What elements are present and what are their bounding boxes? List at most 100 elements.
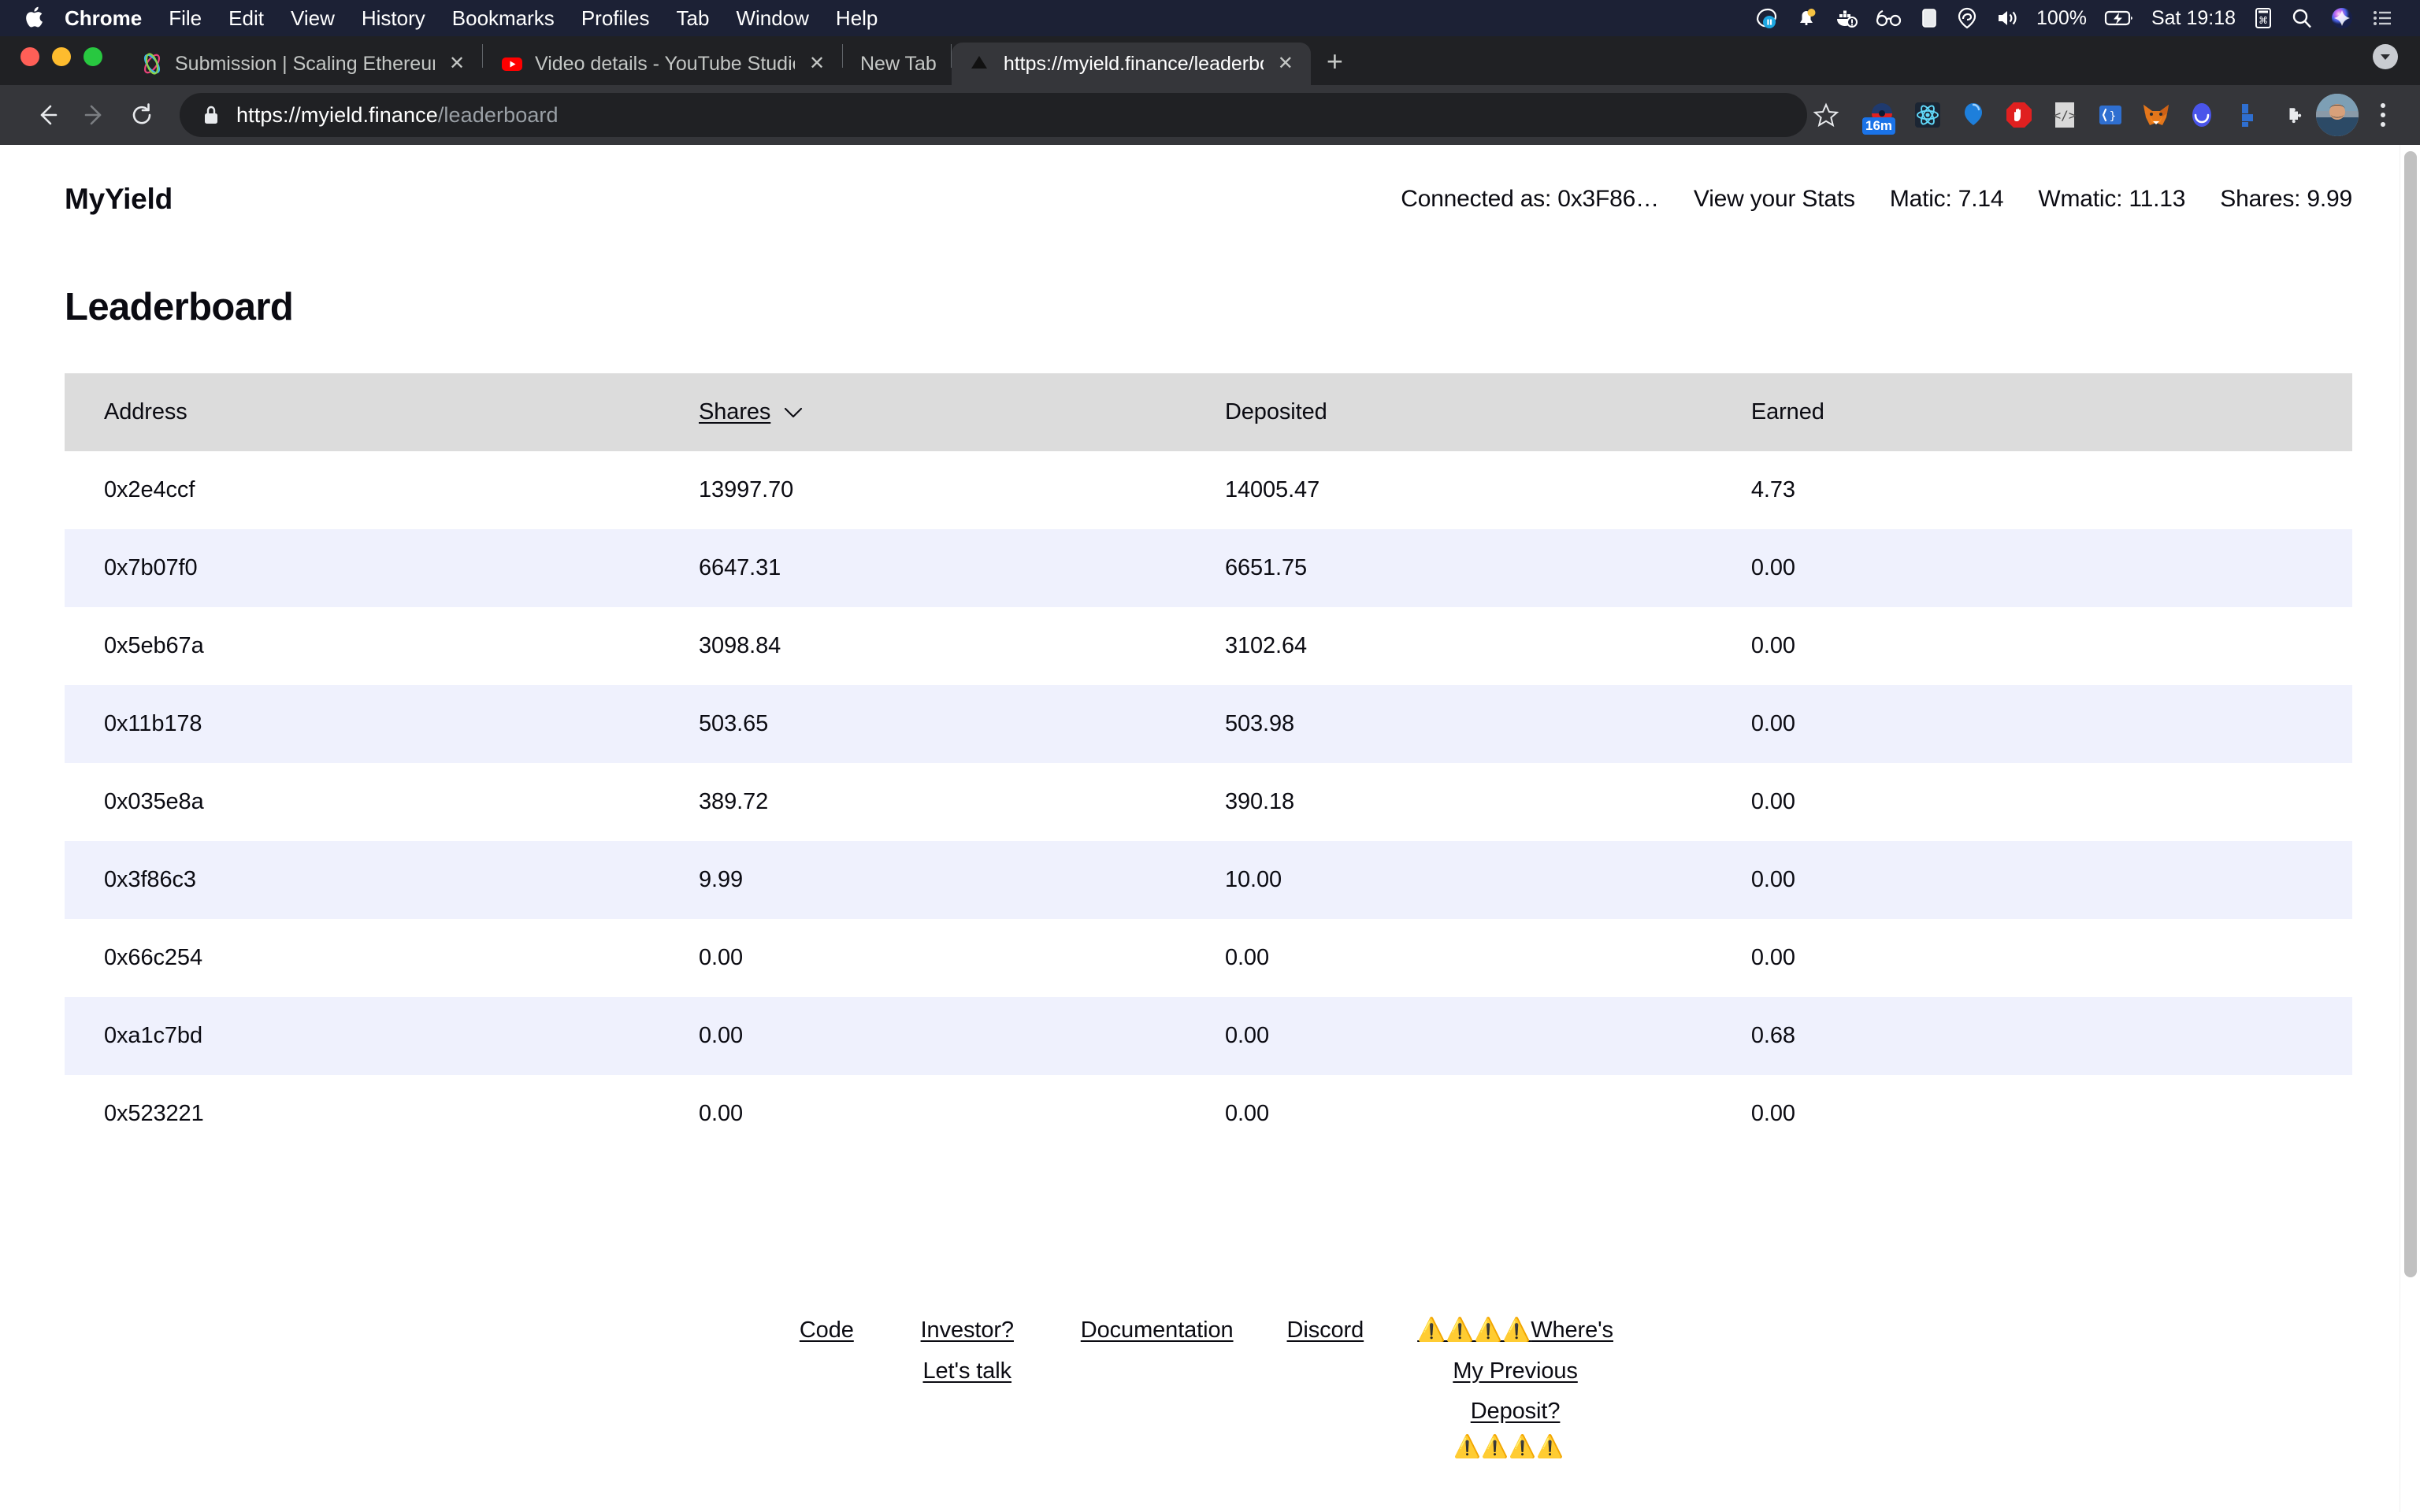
user-avatar[interactable] <box>2316 94 2359 136</box>
control-center-icon[interactable] <box>2371 8 2393 28</box>
table-row[interactable]: 0x7b07f0 6647.31 6651.75 0.00 <box>65 529 2352 607</box>
footer-link-investor[interactable]: Investor? Let's talk <box>908 1310 1027 1392</box>
nav-shares-balance[interactable]: Shares: 9.99 <box>2203 186 2352 213</box>
nav-view-your-stats[interactable]: View your Stats <box>1676 186 1873 213</box>
display-icon[interactable] <box>1920 7 1939 29</box>
footer-link-documentation[interactable]: Documentation <box>1081 1310 1234 1351</box>
window-minimize-button[interactable] <box>52 47 71 66</box>
table-row[interactable]: 0x66c254 0.00 0.00 0.00 <box>65 919 2352 997</box>
menu-item-view[interactable]: View <box>277 0 348 36</box>
menu-item-chrome[interactable]: Chrome <box>65 0 155 36</box>
screen-recording-icon[interactable] <box>1754 7 1778 29</box>
tab-close-icon[interactable]: ✕ <box>1275 54 1297 73</box>
new-tab-button[interactable]: + <box>1311 47 1359 85</box>
table-row[interactable]: 0xa1c7bd 0.00 0.00 0.68 <box>65 997 2352 1075</box>
scrollbar-thumb[interactable] <box>2404 151 2417 1277</box>
cell-earned: 0.00 <box>1750 867 1795 892</box>
table-body: 0x2e4ccf 13997.70 14005.47 4.73 0x7b07f0… <box>65 451 2352 1153</box>
table-row[interactable]: 0x523221 0.00 0.00 0.00 <box>65 1075 2352 1153</box>
column-header-earned[interactable]: Earned <box>1711 373 2352 451</box>
window-maximize-button[interactable] <box>84 47 102 66</box>
cell-earned: 0.00 <box>1750 711 1795 736</box>
table-row[interactable]: 0x2e4ccf 13997.70 14005.47 4.73 <box>65 451 2352 529</box>
menu-item-window[interactable]: Window <box>722 0 822 36</box>
menu-item-bookmarks[interactable]: Bookmarks <box>439 0 568 36</box>
table-row[interactable]: 0x035e8a 389.72 390.18 0.00 <box>65 763 2352 841</box>
code-viewer-extension-icon[interactable]: </> <box>2042 92 2088 138</box>
menu-item-edit[interactable]: Edit <box>215 0 277 36</box>
json-viewer-extension-icon[interactable]: } <box>2088 92 2133 138</box>
table-row[interactable]: 0x11b178 503.65 503.98 0.00 <box>65 685 2352 763</box>
footer-link-discord[interactable]: Discord <box>1287 1310 1364 1351</box>
table-row[interactable]: 0x5eb67a 3098.84 3102.64 0.00 <box>65 607 2352 685</box>
page-title: Leaderboard <box>65 286 294 328</box>
notification-bell-icon[interactable] <box>1795 7 1817 29</box>
browser-toolbar: https://myield.finance/leaderboard 16m <… <box>0 85 2420 145</box>
adblock-stop-extension-icon[interactable] <box>1996 92 2042 138</box>
sort-control-shares[interactable]: Shares <box>699 399 804 425</box>
footer-col-previous-deposit: ⚠️⚠️⚠️⚠️Where's My Previous Deposit? ⚠️⚠… <box>1390 1310 1627 1461</box>
volume-icon[interactable] <box>1995 8 2019 28</box>
nav-matic-balance[interactable]: Matic: 7.14 <box>1873 186 2021 213</box>
cell-deposited: 0.00 <box>1224 1023 1269 1048</box>
cell-deposited: 10.00 <box>1224 867 1282 892</box>
cell-shares: 389.72 <box>699 789 769 814</box>
tab-myield-leaderboard[interactable]: https://myield.finance/leaderbo ✕ <box>951 43 1311 85</box>
keyboard-input-icon[interactable]: ⌘ <box>2253 6 2273 30</box>
site-brand[interactable]: MyYield <box>65 183 173 216</box>
footer-link-previous-deposit[interactable]: ⚠️⚠️⚠️⚠️Where's My Previous Deposit? <box>1417 1310 1613 1432</box>
nav-wmatic-balance[interactable]: Wmatic: 11.13 <box>2021 186 2203 213</box>
warning-emoji-prefix: ⚠️⚠️⚠️⚠️ <box>1417 1317 1531 1343</box>
tab-title: Submission | Scaling Ethereum <box>175 52 435 75</box>
macos-menu-bar: Chrome File Edit View History Bookmarks … <box>0 0 2420 36</box>
tab-submission-scaling-ethereum[interactable]: Submission | Scaling Ethereum ✕ <box>123 43 482 85</box>
siri-icon[interactable] <box>2330 6 2354 30</box>
tab-close-icon[interactable]: ✕ <box>806 54 828 73</box>
nav-connected-as[interactable]: Connected as: 0x3F86… <box>1383 186 1676 213</box>
page-viewport: MyYield Connected as: 0x3F86… View your … <box>0 145 2420 1512</box>
battery-charging-icon[interactable] <box>2104 8 2134 28</box>
spotlight-search-icon[interactable] <box>2291 7 2313 29</box>
browser-tab-strip: Submission | Scaling Ethereum ✕ Video de… <box>0 36 2420 85</box>
column-header-address[interactable]: Address <box>65 373 660 451</box>
ethglobal-icon <box>140 52 164 76</box>
back-arrow-icon[interactable] <box>24 91 71 139</box>
page-scrollbar[interactable] <box>2400 145 2420 1512</box>
site-footer: Code Investor? Let's talk Documentation … <box>0 1153 2400 1461</box>
menu-bar-clock[interactable]: Sat 19:18 <box>2151 7 2236 30</box>
three-dot-menu-icon[interactable] <box>2363 92 2403 138</box>
download-chevron-icon[interactable] <box>2373 44 2398 69</box>
menu-item-profiles[interactable]: Profiles <box>568 0 663 36</box>
screen-recorder-extension-icon[interactable]: 16m <box>1859 92 1905 138</box>
reading-glasses-icon[interactable] <box>1876 8 1902 28</box>
rainbow-wallet-extension-icon[interactable] <box>2179 92 2225 138</box>
balloon-extension-icon[interactable] <box>1950 92 1996 138</box>
bookmark-star-icon[interactable] <box>1804 93 1848 137</box>
menu-item-history[interactable]: History <box>348 0 439 36</box>
react-devtools-extension-icon[interactable] <box>1905 92 1950 138</box>
lock-icon[interactable] <box>202 104 221 126</box>
menu-item-help[interactable]: Help <box>822 0 891 36</box>
blue-blocks-extension-icon[interactable] <box>2225 92 2270 138</box>
table-row[interactable]: 0x3f86c3 9.99 10.00 0.00 <box>65 841 2352 919</box>
menu-item-file[interactable]: File <box>155 0 215 36</box>
column-header-shares[interactable]: Shares <box>659 373 1186 451</box>
apple-logo-icon[interactable] <box>24 6 44 30</box>
tab-new-tab[interactable]: New Tab <box>843 43 951 85</box>
tab-close-icon[interactable]: ✕ <box>446 54 468 73</box>
metamask-fox-extension-icon[interactable] <box>2133 92 2179 138</box>
reload-icon[interactable] <box>118 91 165 139</box>
tab-video-details-youtube-studio[interactable]: Video details - YouTube Studio ✕ <box>483 43 842 85</box>
window-close-button[interactable] <box>20 47 39 66</box>
cell-address: 0x3f86c3 <box>104 867 196 892</box>
privacy-location-icon[interactable] <box>1956 7 1978 29</box>
column-header-deposited[interactable]: Deposited <box>1185 373 1712 451</box>
menu-item-tab[interactable]: Tab <box>663 0 723 36</box>
forward-arrow-icon[interactable] <box>71 91 118 139</box>
cell-deposited: 6651.75 <box>1224 555 1308 580</box>
chevron-down-icon[interactable] <box>783 399 804 425</box>
docker-icon[interactable] <box>1835 7 1858 29</box>
extensions-puzzle-icon[interactable] <box>2270 92 2316 138</box>
address-bar[interactable]: https://myield.finance/leaderboard <box>180 93 1807 137</box>
footer-link-code[interactable]: Code <box>800 1310 854 1351</box>
